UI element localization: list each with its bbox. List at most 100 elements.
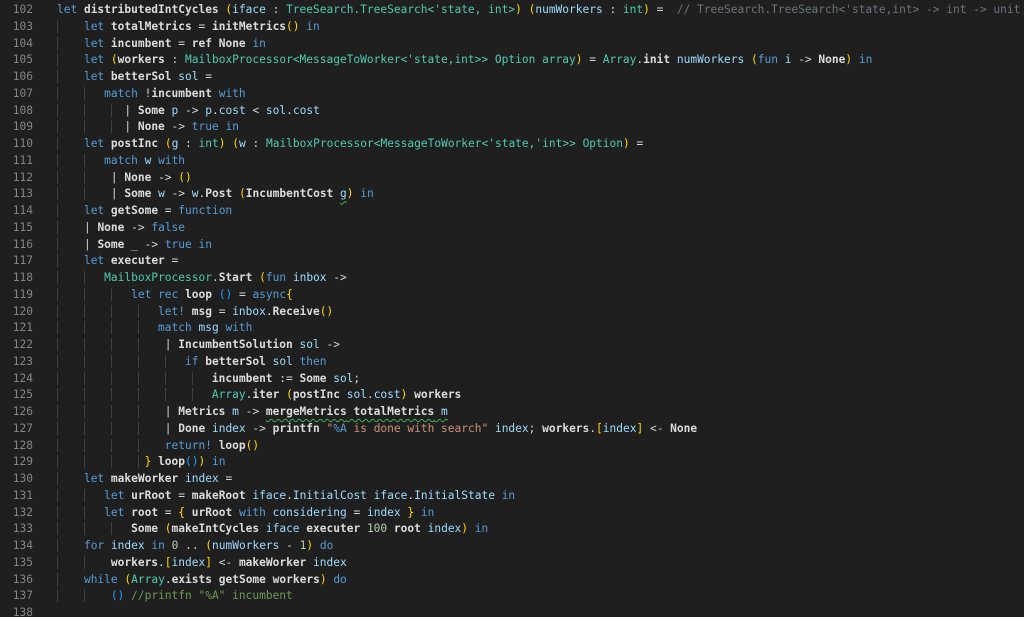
code-line[interactable]: 129 } loop()) in — [0, 454, 1024, 471]
line-number[interactable]: 108 — [0, 103, 33, 120]
line-number[interactable]: 107 — [0, 86, 33, 103]
code-text[interactable]: let makeWorker index = — [57, 471, 232, 488]
code-text[interactable]: Some (makeIntCycles iface executer 100 r… — [57, 521, 488, 538]
line-number[interactable]: 137 — [0, 588, 33, 605]
code-line[interactable]: 121 match msg with — [0, 320, 1024, 337]
line-number[interactable]: 126 — [0, 404, 33, 421]
line-number[interactable]: 122 — [0, 337, 33, 354]
line-number[interactable]: 106 — [0, 69, 33, 86]
code-line[interactable]: 112 | None -> () — [0, 170, 1024, 187]
code-line[interactable]: 111 match w with — [0, 153, 1024, 170]
line-number[interactable]: 103 — [0, 19, 33, 36]
code-line[interactable]: 113 | Some w -> w.Post (IncumbentCost g)… — [0, 186, 1024, 203]
line-number[interactable]: 123 — [0, 354, 33, 371]
code-line[interactable]: 132 let root = { urRoot with considering… — [0, 505, 1024, 522]
code-line[interactable]: 134 for index in 0 .. (numWorkers - 1) d… — [0, 538, 1024, 555]
code-text[interactable]: if betterSol sol then — [57, 354, 327, 371]
line-number[interactable]: 105 — [0, 52, 33, 69]
code-text[interactable]: | Metrics m -> mergeMetrics totalMetrics… — [57, 404, 448, 421]
code-text[interactable]: let postInc (g : int) (w : MailboxProces… — [57, 136, 643, 153]
code-line[interactable]: 118 MailboxProcessor.Start (fun inbox -> — [0, 270, 1024, 287]
code-line[interactable]: 108 | Some p -> p.cost < sol.cost — [0, 103, 1024, 120]
code-text[interactable]: let root = { urRoot with considering = i… — [57, 505, 434, 522]
line-number[interactable]: 134 — [0, 538, 33, 555]
code-line[interactable]: 107 match !incumbent with — [0, 86, 1024, 103]
code-text[interactable]: | Some p -> p.cost < sol.cost — [57, 103, 320, 120]
line-number[interactable]: 128 — [0, 438, 33, 455]
code-text[interactable]: let urRoot = makeRoot iface.InitialCost … — [57, 488, 515, 505]
code-text[interactable]: | None -> true in — [57, 119, 239, 136]
code-text[interactable]: | None -> () — [57, 170, 192, 187]
code-text[interactable]: match msg with — [57, 320, 252, 337]
code-line[interactable]: 110 let postInc (g : int) (w : MailboxPr… — [0, 136, 1024, 153]
line-number[interactable]: 109 — [0, 119, 33, 136]
code-line[interactable]: 105 let (workers : MailboxProcessor<Mess… — [0, 52, 1024, 69]
code-text[interactable]: let betterSol sol = — [57, 69, 212, 86]
code-line[interactable]: 115 | None -> false — [0, 220, 1024, 237]
line-number[interactable]: 133 — [0, 521, 33, 538]
line-number[interactable]: 120 — [0, 304, 33, 321]
code-text[interactable]: workers.[index] <- makeWorker index — [57, 555, 347, 572]
code-line[interactable]: 116 | Some _ -> true in — [0, 237, 1024, 254]
code-line[interactable]: 135 workers.[index] <- makeWorker index — [0, 555, 1024, 572]
line-number[interactable]: 132 — [0, 505, 33, 522]
code-text[interactable]: MailboxProcessor.Start (fun inbox -> — [57, 270, 347, 287]
line-number[interactable]: 118 — [0, 270, 33, 287]
code-line[interactable]: 127 | Done index -> printfn "%A is done … — [0, 421, 1024, 438]
code-text[interactable]: | IncumbentSolution sol -> — [57, 337, 340, 354]
line-number[interactable]: 131 — [0, 488, 33, 505]
code-line[interactable]: 104 let incumbent = ref None in — [0, 36, 1024, 53]
code-text[interactable]: | None -> false — [57, 220, 185, 237]
code-line[interactable]: 102 let distributedIntCycles (iface : Tre… — [0, 2, 1024, 19]
code-line[interactable]: 109 | None -> true in — [0, 119, 1024, 136]
code-text[interactable]: let distributedIntCycles (iface : TreeSe… — [57, 2, 1020, 19]
line-number[interactable]: 111 — [0, 153, 33, 170]
code-line[interactable]: 131 let urRoot = makeRoot iface.InitialC… — [0, 488, 1024, 505]
line-number[interactable]: 121 — [0, 320, 33, 337]
line-number[interactable]: 102 — [0, 2, 33, 19]
code-text[interactable]: | Done index -> printfn "%A is done with… — [57, 421, 697, 438]
code-line[interactable]: 120 let! msg = inbox.Receive() — [0, 304, 1024, 321]
code-text[interactable]: | Some w -> w.Post (IncumbentCost g) in — [57, 186, 374, 203]
code-text[interactable]: match w with — [57, 153, 185, 170]
line-number[interactable]: 116 — [0, 237, 33, 254]
code-text[interactable]: Array.iter (postInc sol.cost) workers — [57, 387, 461, 404]
code-text[interactable]: let getSome = function — [57, 203, 232, 220]
code-line[interactable]: 126 | Metrics m -> mergeMetrics totalMet… — [0, 404, 1024, 421]
line-number[interactable]: 119 — [0, 287, 33, 304]
code-text[interactable]: let incumbent = ref None in — [57, 36, 266, 53]
code-text[interactable]: | Some _ -> true in — [57, 237, 212, 254]
code-text[interactable]: let totalMetrics = initMetrics() in — [57, 19, 320, 36]
code-text[interactable]: match !incumbent with — [57, 86, 246, 103]
line-number[interactable]: 115 — [0, 220, 33, 237]
code-line[interactable]: 123 if betterSol sol then — [0, 354, 1024, 371]
line-number[interactable]: 125 — [0, 387, 33, 404]
code-text[interactable]: () //printfn "%A" incumbent — [57, 588, 293, 605]
line-number[interactable]: 129 — [0, 454, 33, 471]
line-number[interactable]: 138 — [0, 605, 33, 617]
code-line[interactable]: 124 incumbent := Some sol; — [0, 371, 1024, 388]
code-text[interactable]: let (workers : MailboxProcessor<MessageT… — [57, 52, 872, 69]
code-text[interactable]: return! loop() — [57, 438, 259, 455]
line-number[interactable]: 114 — [0, 203, 33, 220]
line-number[interactable]: 127 — [0, 421, 33, 438]
code-line[interactable]: 125 Array.iter (postInc sol.cost) worker… — [0, 387, 1024, 404]
code-line[interactable]: 137 () //printfn "%A" incumbent — [0, 588, 1024, 605]
line-number[interactable]: 112 — [0, 170, 33, 187]
code-line[interactable]: 136 while (Array.exists getSome workers)… — [0, 572, 1024, 589]
line-number[interactable]: 113 — [0, 186, 33, 203]
line-number[interactable]: 110 — [0, 136, 33, 153]
code-text[interactable]: while (Array.exists getSome workers) do — [57, 572, 347, 589]
code-line[interactable]: 128 return! loop() — [0, 438, 1024, 455]
line-number[interactable]: 135 — [0, 555, 33, 572]
code-line[interactable]: 106 let betterSol sol = — [0, 69, 1024, 86]
code-line[interactable]: 103 let totalMetrics = initMetrics() in — [0, 19, 1024, 36]
line-number[interactable]: 104 — [0, 36, 33, 53]
code-line[interactable]: 119 let rec loop () = async{ — [0, 287, 1024, 304]
code-text[interactable]: let executer = — [57, 253, 178, 270]
code-text[interactable]: let rec loop () = async{ — [57, 287, 293, 304]
code-text[interactable]: incumbent := Some sol; — [57, 371, 360, 388]
code-line[interactable]: 138 — [0, 605, 1024, 617]
line-number[interactable]: 124 — [0, 371, 33, 388]
code-line[interactable]: 133 Some (makeIntCycles iface executer 1… — [0, 521, 1024, 538]
